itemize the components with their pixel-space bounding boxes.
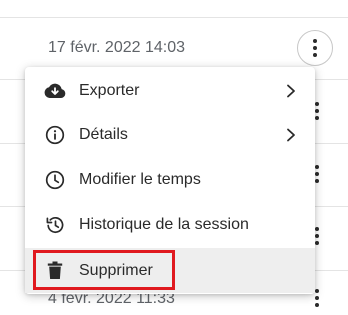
menu-item-label: Détails — [79, 125, 128, 143]
menu-item-label: Exporter — [79, 81, 140, 99]
info-icon — [44, 124, 66, 146]
more-vertical-icon — [313, 39, 317, 57]
row-actions-button[interactable] — [297, 30, 333, 66]
menu-item-details[interactable]: Détails — [25, 112, 315, 157]
history-icon — [44, 214, 66, 236]
chevron-right-icon — [287, 128, 295, 141]
menu-item-edit-time[interactable]: Modifier le temps — [25, 157, 315, 202]
menu-item-label: Supprimer — [79, 261, 153, 279]
menu-item-delete[interactable]: Supprimer — [25, 248, 315, 293]
menu-item-session-history[interactable]: Historique de la session — [25, 202, 315, 247]
row-actions-menu: Exporter Détails Modifier le temps Histo… — [25, 67, 315, 294]
trash-icon — [44, 260, 66, 282]
menu-item-label: Historique de la session — [79, 215, 249, 233]
more-vertical-icon — [315, 165, 319, 183]
menu-item-export[interactable]: Exporter — [25, 68, 315, 113]
menu-item-label: Modifier le temps — [79, 170, 201, 188]
cloud-download-icon — [44, 80, 66, 102]
row-divider — [0, 17, 348, 18]
more-vertical-icon — [315, 227, 319, 245]
session-list: 17 févr. 2022 14:03 4 févr. 2022 11:33 E… — [0, 0, 348, 315]
more-vertical-icon — [315, 102, 319, 120]
chevron-right-icon — [287, 84, 295, 97]
clock-icon — [44, 169, 66, 191]
session-date: 17 févr. 2022 14:03 — [48, 39, 185, 56]
more-vertical-icon — [315, 289, 319, 307]
